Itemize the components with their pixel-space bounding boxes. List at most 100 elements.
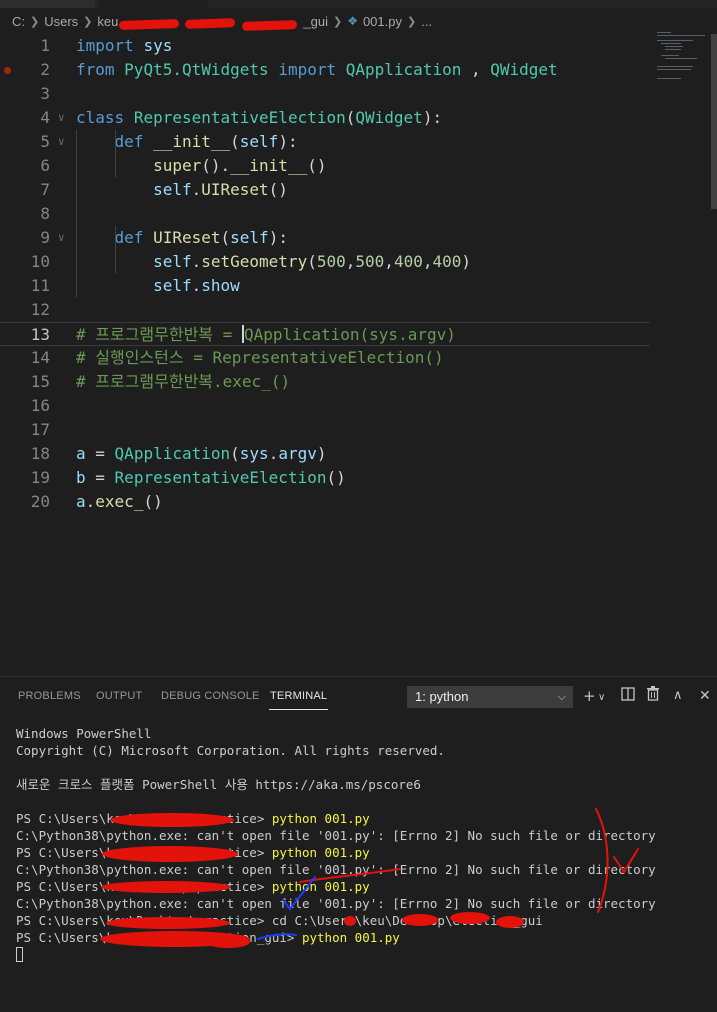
code-token: , <box>461 60 491 79</box>
code-line[interactable]: 13 # 프로그램무한반복 = QApplication(sys.argv) <box>0 322 650 346</box>
code-token: () <box>307 156 327 175</box>
code-line[interactable]: 15 # 프로그램무한반복.exec_() <box>0 370 650 394</box>
code-token: super <box>153 156 202 175</box>
code-text: class RepresentativeElection(QWidget): <box>76 106 442 130</box>
code-text: from PyQt5.QtWidgets import QApplication… <box>76 58 558 82</box>
code-line[interactable]: 2 from PyQt5.QtWidgets import QApplicatio… <box>0 58 650 82</box>
line-number: 4 <box>40 108 50 127</box>
breadcrumb-file[interactable]: 001.py <box>363 14 402 29</box>
chevron-right-icon: ❯ <box>407 15 417 28</box>
line-number: 15 <box>30 372 50 391</box>
code-line[interactable]: 8 <box>0 202 650 226</box>
chevron-right-icon: ❯ <box>332 15 343 28</box>
code-line[interactable]: 16 <box>0 394 650 418</box>
code-token: __init__ <box>230 156 308 175</box>
fold-chevron-icon[interactable]: ∨ <box>58 226 65 250</box>
code-token: QWidget <box>490 60 558 79</box>
code-token: = <box>85 444 115 463</box>
code-line[interactable]: 20 a.exec_() <box>0 490 650 514</box>
code-token: 500 <box>316 252 346 271</box>
code-editor[interactable]: 1 import sys 2 from PyQt5.QtWidgets import … <box>0 34 717 674</box>
code-text: self.UIReset() <box>76 178 288 202</box>
fold-chevron-icon[interactable]: ∨ <box>58 106 65 130</box>
editor-scrollbar-thumb[interactable] <box>711 34 717 209</box>
code-token: sys <box>239 444 269 463</box>
breadcrumb-redacted-path[interactable]: keu <box>97 14 303 31</box>
line-number: 8 <box>40 204 50 223</box>
code-line[interactable]: 14 # 실행인스턴스 = RepresentativeElection() <box>0 346 650 370</box>
code-token: def <box>114 228 144 247</box>
code-token: () <box>143 492 163 511</box>
code-token: 500 <box>355 252 385 271</box>
code-token: . <box>191 252 202 271</box>
line-number: 11 <box>30 276 50 295</box>
code-line[interactable]: 19 b = RepresentativeElection() <box>0 466 650 490</box>
code-token: QWidget <box>355 108 423 127</box>
code-line[interactable]: 11 self.show <box>0 274 650 298</box>
code-line[interactable]: 3 <box>0 82 650 106</box>
line-number: 5 <box>40 132 50 151</box>
indent-guide <box>115 130 116 178</box>
code-line[interactable]: 10 self.setGeometry(500,500,400,400) <box>0 250 650 274</box>
code-line[interactable]: 7 self.UIReset() <box>0 178 650 202</box>
minimap[interactable] <box>655 30 710 80</box>
code-token: RepresentativeElection <box>133 108 346 127</box>
line-number: 3 <box>40 84 50 103</box>
code-line[interactable]: 18 a = QApplication(sys.argv) <box>0 442 650 466</box>
code-token: setGeometry <box>201 252 308 271</box>
code-token: # 프로그램무한반복.exec_() <box>76 372 291 391</box>
code-token: . <box>191 276 202 295</box>
code-text: def UIReset(self): <box>76 226 288 250</box>
code-token: QApplication <box>345 60 462 79</box>
code-token: # 실행인스턴스 = RepresentativeElection() <box>76 348 444 367</box>
line-number: 14 <box>30 348 50 367</box>
code-text: # 프로그램무한반복.exec_() <box>76 370 290 394</box>
code-text: self.show <box>76 274 240 298</box>
indent-guide <box>76 130 77 298</box>
code-token: ): <box>268 228 288 247</box>
code-token: ( <box>230 132 240 151</box>
code-token: show <box>201 276 240 295</box>
breadcrumb-folder[interactable]: _gui <box>303 14 328 29</box>
code-text: # 실행인스턴스 = RepresentativeElection() <box>76 346 444 370</box>
code-token: # 프로그램무한반복 = <box>76 325 242 344</box>
line-number: 20 <box>30 492 50 511</box>
breadcrumb-users[interactable]: Users <box>44 14 78 29</box>
code-line[interactable]: 4 ∨ class RepresentativeElection(QWidget): <box>0 106 650 130</box>
line-number: 7 <box>40 180 50 199</box>
code-token: self <box>239 132 279 151</box>
code-token: a <box>76 492 86 511</box>
chevron-right-icon: ❯ <box>30 15 40 28</box>
code-text: a.exec_() <box>76 490 163 514</box>
code-line[interactable]: 12 <box>0 298 650 322</box>
code-text: a = QApplication(sys.argv) <box>76 442 327 466</box>
code-token: QApplication(sys.argv) <box>243 325 456 344</box>
code-token: def <box>114 132 144 151</box>
code-line[interactable]: 6 super().__init__() <box>0 154 650 178</box>
python-file-icon: ❖ <box>347 14 358 28</box>
code-token: 400 <box>393 252 423 271</box>
line-number: 6 <box>40 156 50 175</box>
code-token: ( <box>230 444 240 463</box>
code-text: # 프로그램무한반복 = QApplication(sys.argv) <box>76 323 456 347</box>
code-token: . <box>268 444 279 463</box>
code-token: ): <box>278 132 298 151</box>
indent-guide <box>115 226 116 274</box>
code-token: , <box>345 252 356 271</box>
code-line[interactable]: 5 ∨ def __init__(self): <box>0 130 650 154</box>
code-token: a <box>76 444 86 463</box>
code-line[interactable]: 9 ∨ def UIReset(self): <box>0 226 650 250</box>
breakpoint-icon[interactable] <box>4 67 11 74</box>
code-text: b = RepresentativeElection() <box>76 466 346 490</box>
line-number: 19 <box>30 468 50 487</box>
code-token: __init__ <box>153 132 231 151</box>
breadcrumb-drive[interactable]: C: <box>12 14 25 29</box>
editor-tab-strip <box>0 0 717 8</box>
code-line[interactable]: 17 <box>0 418 650 442</box>
code-token: ) <box>316 444 327 463</box>
code-token: self <box>230 228 269 247</box>
breadcrumb-ellipsis[interactable]: ... <box>421 14 432 29</box>
fold-chevron-icon[interactable]: ∨ <box>58 130 65 154</box>
code-line[interactable]: 1 import sys <box>0 34 650 58</box>
